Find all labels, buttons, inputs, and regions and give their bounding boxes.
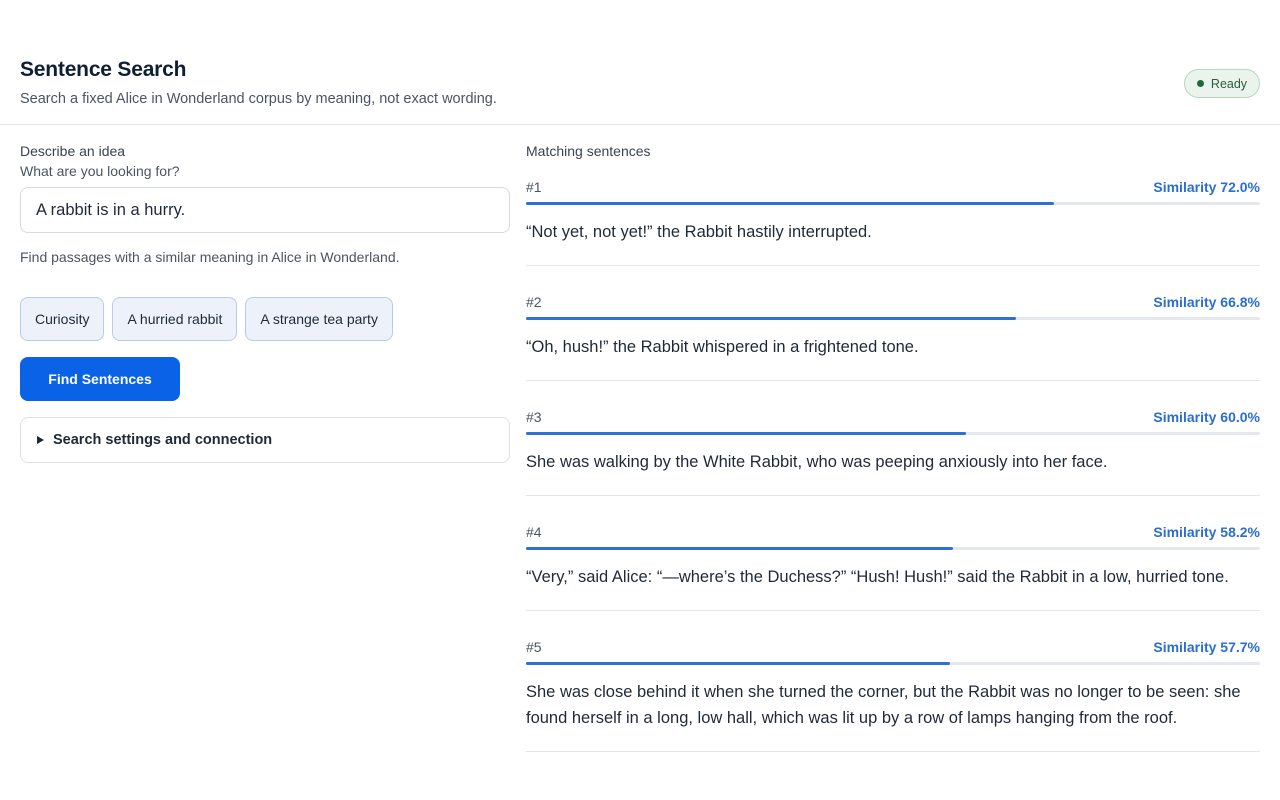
similarity-fill xyxy=(526,547,954,550)
query-label: Describe an idea xyxy=(20,143,126,159)
similarity-fill xyxy=(526,662,950,665)
result-similarity: Similarity 58.2% xyxy=(1153,524,1260,540)
similarity-fill xyxy=(526,432,967,435)
result-similarity: Similarity 66.8% xyxy=(1153,294,1260,310)
result-rank: #3 xyxy=(526,409,542,425)
result-similarity: Similarity 72.0% xyxy=(1153,179,1260,195)
results-heading: Matching sentences xyxy=(526,143,651,159)
result-item: #3 Similarity 60.0% She was walking by t… xyxy=(526,397,1260,496)
chip-curiosity[interactable]: Curiosity xyxy=(20,297,105,341)
similarity-track xyxy=(526,547,1260,550)
result-sentence: “Not yet, not yet!” the Rabbit hastily i… xyxy=(526,223,872,241)
similarity-track xyxy=(526,317,1260,320)
result-rank: #5 xyxy=(526,639,542,655)
example-chips: Curiosity A hurried rabbit A strange tea… xyxy=(20,297,393,341)
chip-hurried-rabbit[interactable]: A hurried rabbit xyxy=(112,297,238,341)
status-dot-icon xyxy=(1196,80,1204,87)
app-header: Sentence Search Search a fixed Alice in … xyxy=(0,0,1280,125)
result-similarity: Similarity 60.0% xyxy=(1153,409,1260,425)
result-sentence: “Very,” said Alice: “—where’s the Duches… xyxy=(526,568,1229,586)
result-sentence: She was close behind it when she turned … xyxy=(526,683,1241,727)
status-label: Ready xyxy=(1210,76,1248,91)
result-similarity: Similarity 57.7% xyxy=(1153,639,1260,655)
query-hint: Find passages with a similar meaning in … xyxy=(20,249,400,265)
chip-strange-tea-party[interactable]: A strange tea party xyxy=(245,297,393,341)
result-item: #5 Similarity 57.7% She was close behind… xyxy=(526,627,1260,752)
result-item: #2 Similarity 66.8% “Oh, hush!” the Rabb… xyxy=(526,282,1260,381)
page-title: Sentence Search xyxy=(20,58,187,81)
query-input[interactable] xyxy=(20,187,510,233)
status-badge: Ready xyxy=(1184,69,1260,98)
result-sentence: She was walking by the White Rabbit, who… xyxy=(526,453,1108,471)
result-item: #1 Similarity 72.0% “Not yet, not yet!” … xyxy=(526,167,1260,266)
caret-right-icon xyxy=(37,436,44,444)
result-rank: #2 xyxy=(526,294,542,310)
find-sentences-button[interactable]: Find Sentences xyxy=(20,357,180,401)
settings-disclosure[interactable]: Search settings and connection xyxy=(20,417,510,463)
page-subtitle: Search a fixed Alice in Wonderland corpu… xyxy=(20,91,497,107)
similarity-fill xyxy=(526,202,1055,205)
result-item: #4 Similarity 58.2% “Very,” said Alice: … xyxy=(526,512,1260,611)
query-sublabel: What are you looking for? xyxy=(20,163,180,179)
similarity-track xyxy=(526,662,1260,665)
result-rank: #4 xyxy=(526,524,542,540)
results-list: #1 Similarity 72.0% “Not yet, not yet!” … xyxy=(526,167,1260,768)
similarity-track xyxy=(526,432,1260,435)
similarity-fill xyxy=(526,317,1017,320)
result-rank: #1 xyxy=(526,179,542,195)
result-sentence: “Oh, hush!” the Rabbit whispered in a fr… xyxy=(526,338,919,356)
similarity-track xyxy=(526,202,1260,205)
settings-label: Search settings and connection xyxy=(53,432,273,448)
